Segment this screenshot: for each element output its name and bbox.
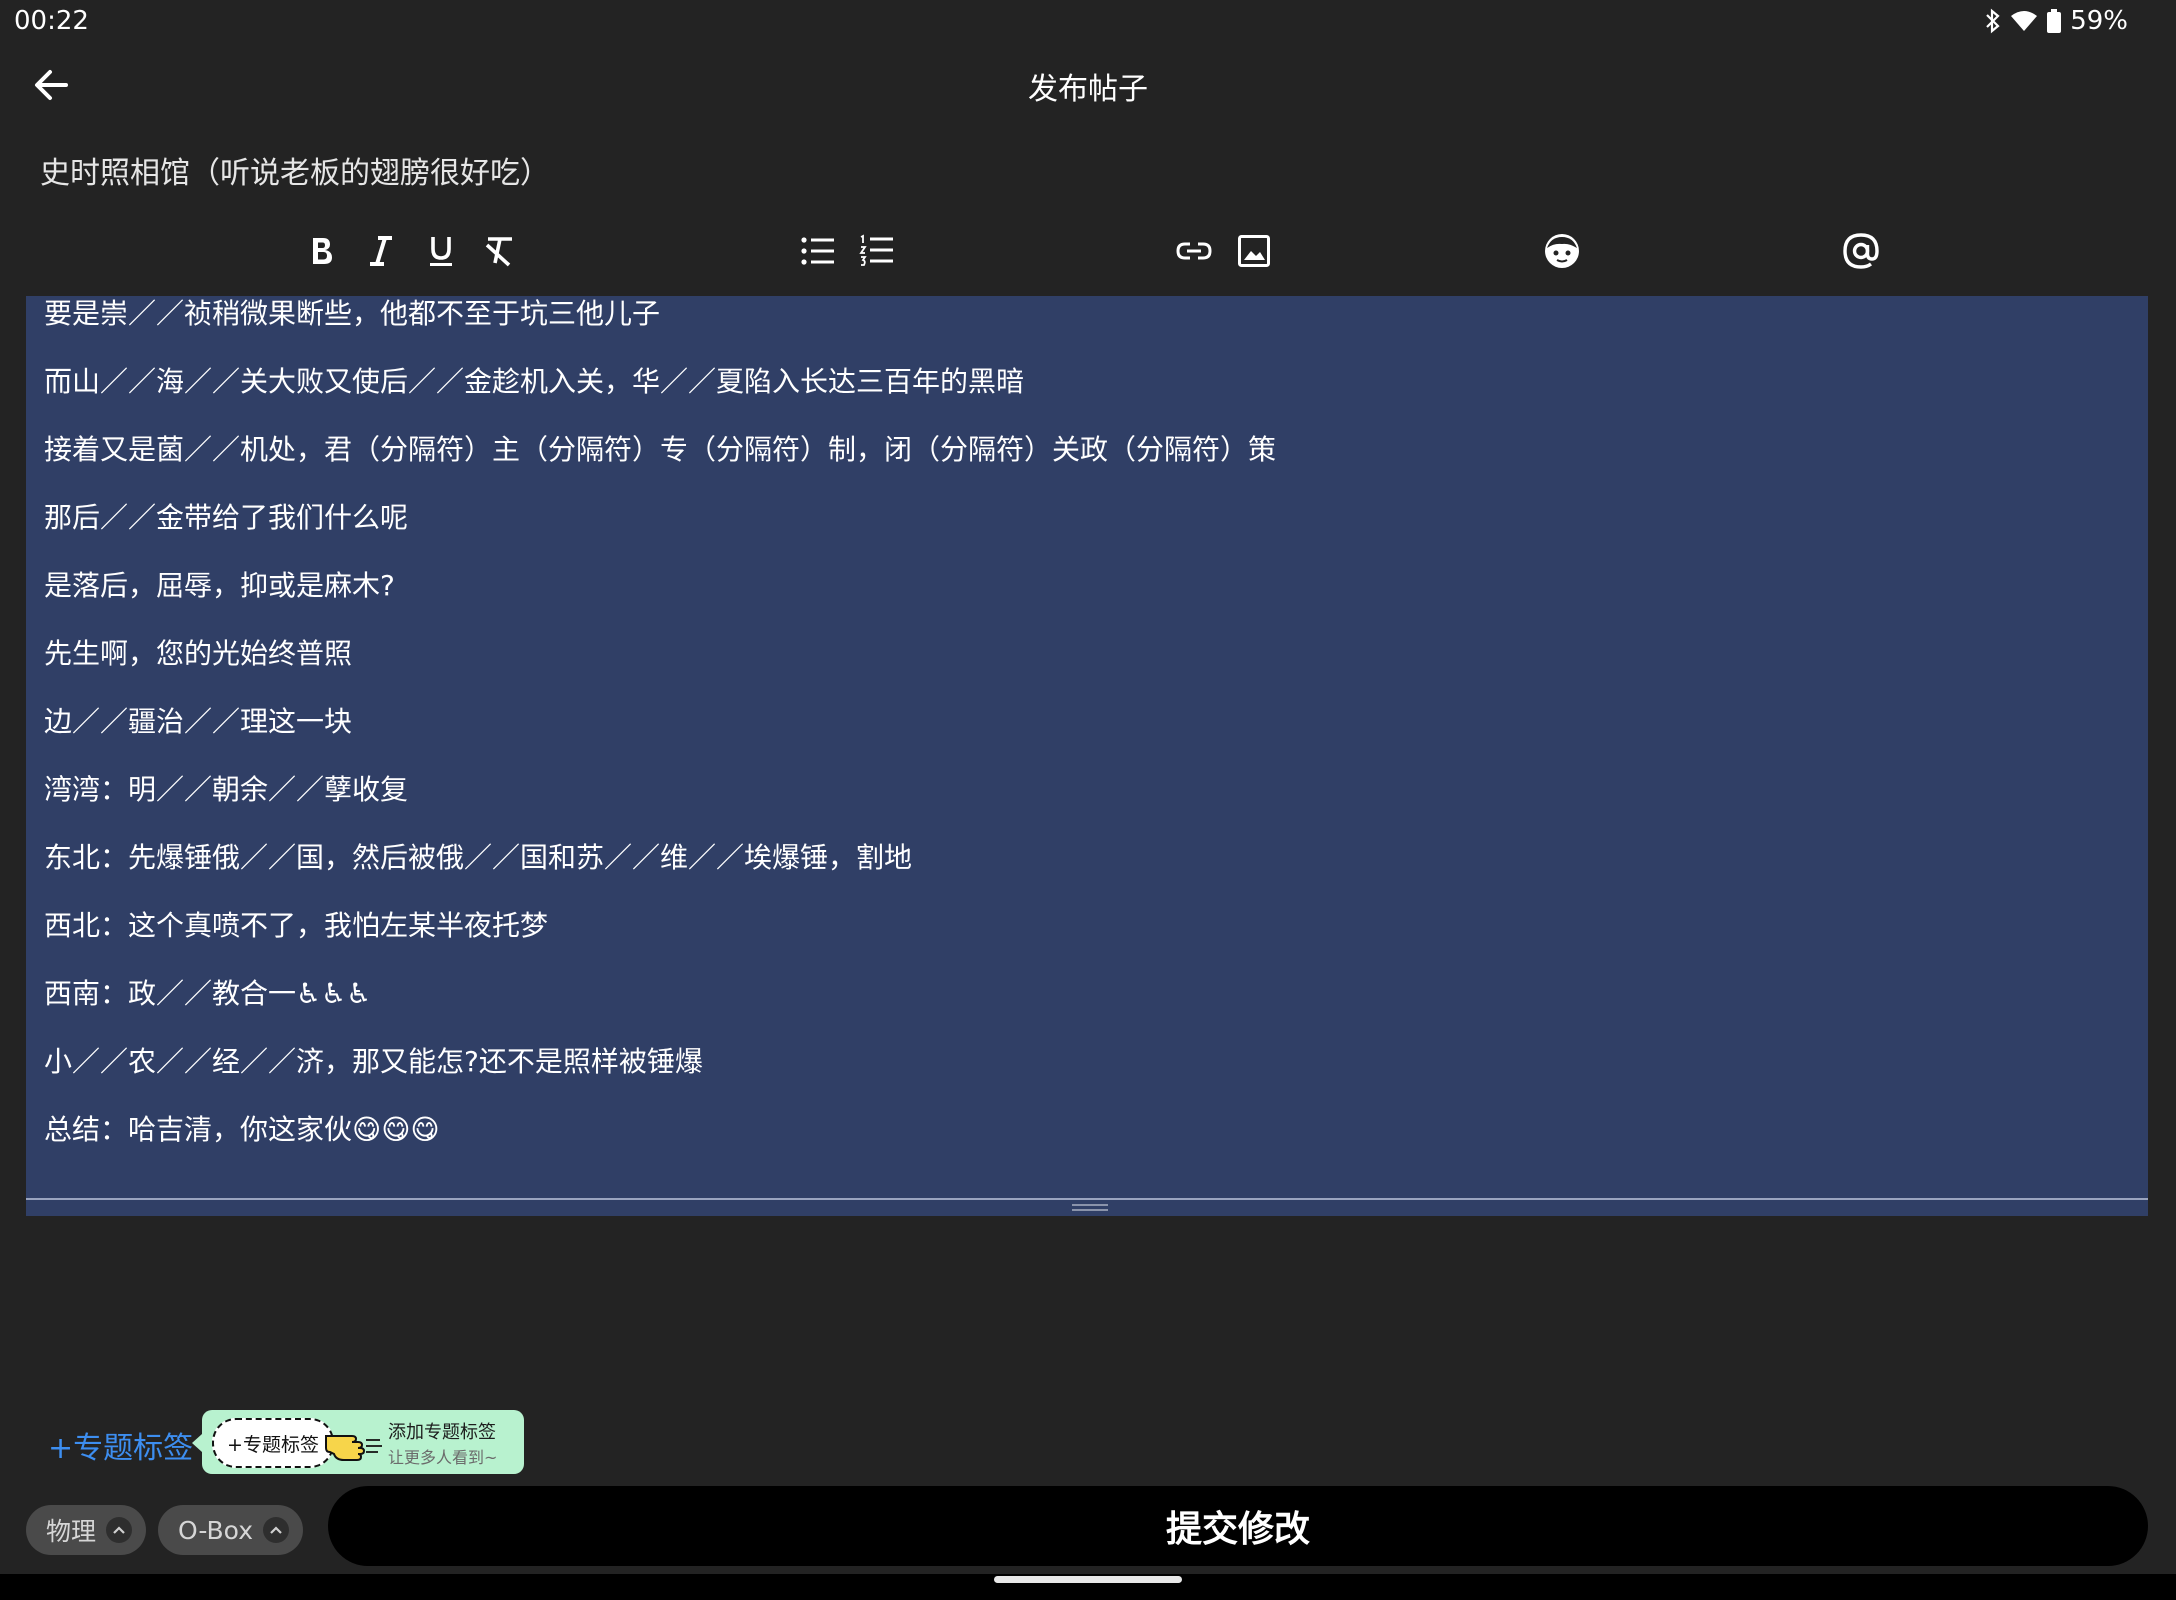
- mention-icon: [1843, 233, 1879, 269]
- editor-line: 东北：先爆锤俄／／国，然后被俄／／国和苏／／维／／埃爆锤，割地: [44, 841, 913, 874]
- content-editor[interactable]: 要是崇／／祯稍微果断些，他都不至于坑三他儿子 而山／／海／／关大败又使后／／金趁…: [26, 296, 2148, 1216]
- numbered-list-icon: [859, 234, 893, 266]
- editor-line: 西南：政／／教合一♿♿♿: [44, 977, 372, 1010]
- submit-button[interactable]: 提交修改: [328, 1486, 2148, 1566]
- bluetooth-icon: [1984, 8, 2002, 34]
- italic-button[interactable]: [359, 229, 403, 273]
- emoji-icon: [1545, 234, 1579, 268]
- chevron-up-icon[interactable]: [263, 1517, 289, 1543]
- tag-chip-label: O-Box: [178, 1515, 253, 1545]
- editor-line: 而山／／海／／关大败又使后／／金趁机入关，华／／夏陷入长达三百年的黑暗: [44, 365, 1025, 398]
- wifi-icon: [2010, 9, 2038, 33]
- editor-line: 总结：哈吉清，你这家伙😋😋😋: [44, 1113, 440, 1146]
- editor-line: 湾湾：明／／朝余／／孽收复: [44, 773, 409, 806]
- editor-divider: [26, 1198, 2148, 1200]
- clear-format-button[interactable]: [477, 229, 521, 273]
- format-toolbar: [0, 225, 2176, 277]
- status-time: 00:22: [14, 6, 89, 36]
- add-topic-tag-button[interactable]: +专题标签: [48, 1423, 193, 1467]
- image-icon: [1238, 235, 1270, 267]
- mention-button[interactable]: [1839, 229, 1883, 273]
- editor-line: 边／／疆治／／理这一块: [44, 705, 353, 738]
- underline-button[interactable]: [419, 229, 463, 273]
- tag-chip[interactable]: 物理: [26, 1505, 147, 1555]
- italic-icon: [370, 236, 392, 266]
- editor-text: 要是崇／／祯稍微果断些，他都不至于坑三他儿子 而山／／海／／关大败又使后／／金趁…: [44, 296, 1276, 1180]
- numbered-list-button[interactable]: [855, 229, 899, 273]
- resize-handle[interactable]: [1072, 1204, 1108, 1214]
- editor-line: 先生啊，您的光始终普照: [44, 637, 353, 670]
- editor-line: 接着又是菌／／机处，君（分隔符）主（分隔符）专（分隔符）制，闭（分隔符）关政（分…: [44, 433, 1277, 466]
- chevron-up-icon[interactable]: [106, 1517, 133, 1543]
- underline-icon: [430, 237, 452, 266]
- post-title-field[interactable]: 史时照相馆（听说老板的翅膀很好吃）: [40, 148, 550, 192]
- tag-chip[interactable]: O-Box: [158, 1505, 303, 1555]
- tooltip-arrow: [192, 1434, 202, 1452]
- status-bar: 00:22 59%: [0, 0, 2176, 46]
- tooltip-chip: +专题标签: [212, 1418, 334, 1468]
- editor-line: 要是崇／／祯稍微果断些，他都不至于坑三他儿子: [44, 297, 661, 330]
- top-bar: 发布帖子: [0, 50, 2176, 120]
- editor-line: 小／／农／／经／／济，那又能怎?还不是照样被锤爆: [44, 1045, 703, 1078]
- topic-tag-tooltip[interactable]: +专题标签 添加专题标签 让更多人看到~: [192, 1410, 524, 1474]
- image-button[interactable]: [1232, 229, 1276, 273]
- pointing-hand-icon: [322, 1424, 384, 1468]
- battery-icon: [2046, 8, 2062, 34]
- emoji-button[interactable]: [1540, 229, 1584, 273]
- clear-format-icon: [485, 237, 512, 267]
- bold-button[interactable]: [300, 229, 344, 273]
- bullet-list-icon: [801, 237, 834, 265]
- bullet-list-button[interactable]: [796, 229, 840, 273]
- tag-chip-label: 物理: [46, 1517, 97, 1546]
- status-icons: 59%: [1984, 6, 2128, 36]
- page-title: 发布帖子: [1028, 72, 1148, 107]
- editor-line: 西北：这个真喷不了，我怕左某半夜托梦: [44, 909, 549, 942]
- bold-icon: [313, 238, 332, 264]
- battery-percent: 59%: [2070, 6, 2128, 36]
- editor-line: 是落后，屈辱，抑或是麻木?: [44, 569, 395, 602]
- tooltip-subtitle: 让更多人看到~: [388, 1448, 498, 1467]
- tag-chips: 物理 O-Box: [26, 1505, 303, 1555]
- tooltip-title: 添加专题标签: [388, 1422, 496, 1443]
- editor-line: 那后／／金带给了我们什么呢: [44, 501, 409, 534]
- link-icon: [1176, 242, 1212, 260]
- link-button[interactable]: [1172, 229, 1216, 273]
- home-indicator[interactable]: [994, 1576, 1182, 1583]
